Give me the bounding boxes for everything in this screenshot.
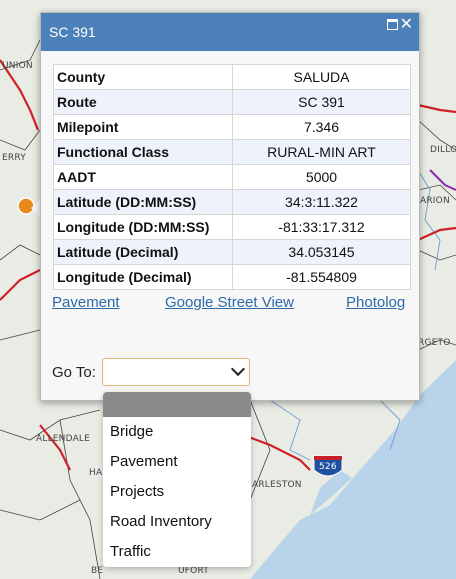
map-label-ufort: UFORT [178,566,209,576]
chevron-down-icon [230,361,246,377]
map-label-arion: ARION [420,196,450,206]
row-key: Route [53,89,233,115]
row-value: -81.554809 [232,264,411,290]
interstate-number: 526 [319,462,337,472]
row-key: Latitude (Decimal) [53,239,233,265]
dropdown-option-blank[interactable] [103,392,251,417]
row-value: SALUDA [232,64,411,90]
table-row: AADT 5000 [53,164,411,190]
dropdown-option-bridge[interactable]: Bridge [103,417,251,447]
dropdown-option-traffic[interactable]: Traffic [103,537,251,567]
map-label-be: BE [91,566,104,576]
table-row: Longitude (Decimal) -81.554809 [53,264,411,290]
row-key: AADT [53,164,233,190]
google-street-view-link[interactable]: Google Street View [165,294,294,311]
photolog-link[interactable]: Photolog [346,294,405,311]
row-key: County [53,64,233,90]
row-key: Milepoint [53,114,233,140]
attributes-table: County SALUDA Route SC 391 Milepoint 7.346 … [53,64,411,290]
popup-header: SC 391 ✕ [41,13,419,51]
dropdown-option-road-inventory[interactable]: Road Inventory [103,507,251,537]
row-value: 34:3:11.322 [232,189,411,215]
dropdown-option-projects[interactable]: Projects [103,477,251,507]
goto-label: Go To: [52,364,96,381]
row-key: Functional Class [53,139,233,165]
table-row: Latitude (Decimal) 34.053145 [53,239,411,265]
popup-title: SC 391 [49,24,96,40]
map-label-union: UNION [2,61,33,71]
map-label-ha: HA [89,468,103,478]
dropdown-option-pavement[interactable]: Pavement [103,447,251,477]
goto-select[interactable] [102,358,250,386]
table-row: Functional Class RURAL-MIN ART [53,139,411,165]
row-value: -81:33:17.312 [232,214,411,240]
map-label-allendale: ALLENDALE [36,434,91,444]
goto-dropdown-list: Bridge Pavement Projects Road Inventory … [103,392,251,567]
map-label-erry: ERRY [2,153,26,163]
row-value: 7.346 [232,114,411,140]
map-label-rgeto: RGETO [418,338,451,348]
map-label-arleston: ARLESTON [252,480,302,490]
table-row: County SALUDA [53,64,411,90]
table-row: Milepoint 7.346 [53,114,411,140]
row-key: Latitude (DD:MM:SS) [53,189,233,215]
table-row: Latitude (DD:MM:SS) 34:3:11.322 [53,189,411,215]
row-key: Longitude (Decimal) [53,264,233,290]
pavement-link[interactable]: Pavement [52,294,120,311]
table-row: Route SC 391 [53,89,411,115]
maximize-icon[interactable] [387,19,398,30]
close-icon[interactable]: ✕ [400,14,413,34]
feature-popup: SC 391 ✕ County SALUDA Route SC 391 Milepo… [40,12,420,401]
map-label-dillo: DILLO [430,145,456,155]
row-value: 34.053145 [232,239,411,265]
row-key: Longitude (DD:MM:SS) [53,214,233,240]
row-value: RURAL-MIN ART [232,139,411,165]
row-value: SC 391 [232,89,411,115]
row-value: 5000 [232,164,411,190]
table-row: Longitude (DD:MM:SS) -81:33:17.312 [53,214,411,240]
